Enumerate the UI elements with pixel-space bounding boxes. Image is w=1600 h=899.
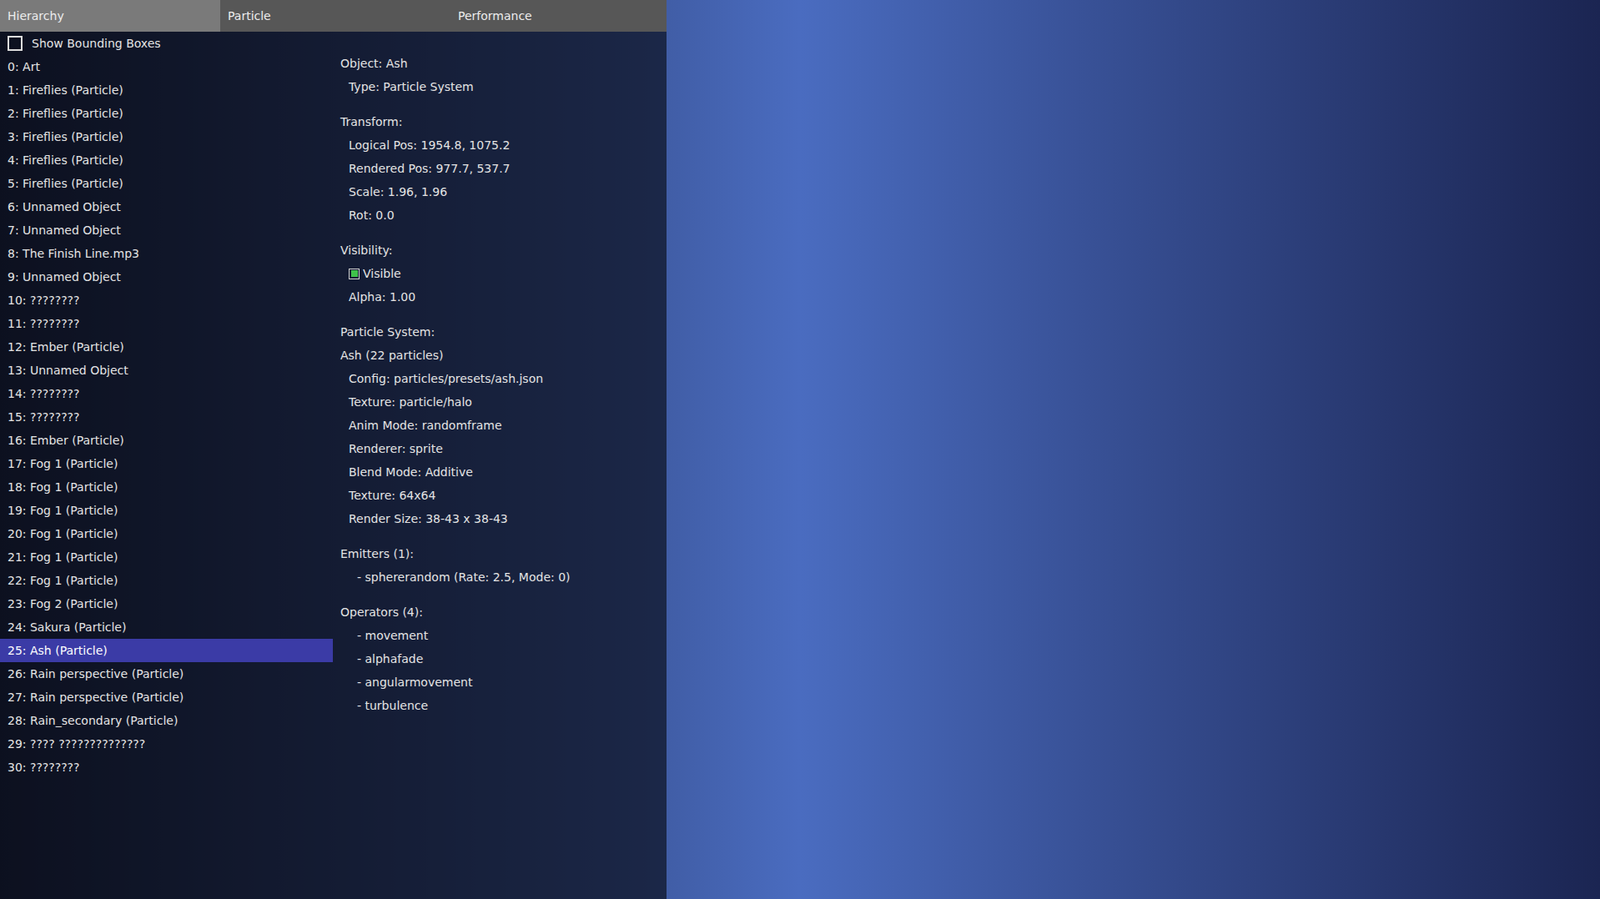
tab-bar: HierarchyParticlePerformance (0, 0, 667, 32)
hierarchy-item[interactable]: 28: Rain_secondary (Particle) (0, 709, 333, 733)
detail-line: Rendered Pos: 977.7, 537.7 (340, 156, 667, 181)
detail-section: Particle System:Ash (22 particles)Config… (340, 320, 667, 531)
visible-checkbox[interactable] (348, 268, 360, 280)
hierarchy-item[interactable]: 24: Sakura (Particle) (0, 615, 333, 639)
detail-line: Texture: 64x64 (340, 483, 667, 508)
hierarchy-item[interactable]: 16: Ember (Particle) (0, 428, 333, 453)
hierarchy-item[interactable]: 14: ???????? (0, 382, 333, 406)
hierarchy-item[interactable]: 2: Fireflies (Particle) (0, 101, 333, 126)
hierarchy-item[interactable]: 1: Fireflies (Particle) (0, 78, 333, 102)
hierarchy-item[interactable]: 21: Fog 1 (Particle) (0, 545, 333, 569)
hierarchy-item[interactable]: 9: Unnamed Object (0, 265, 333, 289)
panel-body: Show Bounding Boxes0: Art1: Fireflies (P… (0, 31, 667, 899)
detail-line: Config: particles/presets/ash.json (340, 367, 667, 391)
detail-section: Visibility: Visible Alpha: 1.00 (340, 238, 667, 309)
detail-list-item: - turbulence (340, 694, 667, 718)
tab[interactable]: Particle (220, 0, 451, 32)
bounding-boxes-checkbox[interactable] (7, 35, 23, 51)
hierarchy-item[interactable]: 26: Rain perspective (Particle) (0, 662, 333, 686)
detail-line: Alpha: 1.00 (340, 285, 667, 309)
hierarchy-item[interactable]: 29: ???? ?????????????? (0, 732, 333, 756)
hierarchy-item[interactable]: 7: Unnamed Object (0, 218, 333, 242)
hierarchy-item[interactable]: 6: Unnamed Object (0, 195, 333, 219)
detail-line: Type: Particle System (340, 75, 667, 99)
hierarchy-item[interactable]: 10: ???????? (0, 288, 333, 312)
detail-list-item: - movement (340, 623, 667, 648)
hierarchy-item[interactable]: 11: ???????? (0, 311, 333, 336)
hierarchy-item[interactable]: 20: Fog 1 (Particle) (0, 522, 333, 546)
detail-heading: Object: Ash (340, 51, 667, 76)
detail-line: Render Size: 38-43 x 38-43 (340, 507, 667, 531)
detail-line: Anim Mode: randomframe (340, 413, 667, 438)
detail-list-item: - angularmovement (340, 670, 667, 695)
hierarchy-item[interactable]: 12: Ember (Particle) (0, 335, 333, 359)
tab[interactable]: Hierarchy (0, 0, 221, 32)
hierarchy-item[interactable]: 30: ???????? (0, 755, 333, 780)
visible-label: Visible (362, 265, 402, 283)
tab[interactable]: Performance (450, 0, 667, 32)
visible-checkbox-row[interactable]: Visible (340, 261, 667, 286)
detail-heading: Operators (4): (340, 600, 667, 624)
detail-line: Rot: 0.0 (340, 203, 667, 227)
hierarchy-item[interactable]: 3: Fireflies (Particle) (0, 125, 333, 149)
hierarchy-list: Show Bounding Boxes0: Art1: Fireflies (P… (0, 31, 333, 899)
detail-line: Logical Pos: 1954.8, 1075.2 (340, 133, 667, 157)
hierarchy-item[interactable]: 27: Rain perspective (Particle) (0, 685, 333, 710)
detail-list-item: - sphererandom (Rate: 2.5, Mode: 0) (340, 565, 667, 589)
detail-section: Emitters (1):- sphererandom (Rate: 2.5, … (340, 542, 667, 589)
detail-line: Ash (22 particles) (340, 343, 667, 368)
detail-heading: Visibility: (340, 238, 667, 262)
hierarchy-item[interactable]: 19: Fog 1 (Particle) (0, 498, 333, 523)
detail-heading: Particle System: (340, 320, 667, 344)
hierarchy-item[interactable]: 13: Unnamed Object (0, 358, 333, 383)
hierarchy-item[interactable]: 23: Fog 2 (Particle) (0, 592, 333, 616)
detail-line: Blend Mode: Additive (340, 460, 667, 484)
detail-section: Operators (4):- movement- alphafade- ang… (340, 600, 667, 718)
debug-panel: HierarchyParticlePerformanceShow Boundin… (0, 0, 667, 899)
detail-list-item: - alphafade (340, 647, 667, 671)
details-panel: Object: AshType: Particle System Transfor… (332, 31, 667, 899)
hierarchy-item[interactable]: 22: Fog 1 (Particle) (0, 568, 333, 593)
detail-line: Scale: 1.96, 1.96 (340, 180, 667, 204)
hierarchy-item[interactable]: 8: The Finish Line.mp3 (0, 241, 333, 266)
hierarchy-item[interactable]: 5: Fireflies (Particle) (0, 171, 333, 196)
detail-section: Transform:Logical Pos: 1954.8, 1075.2Ren… (340, 110, 667, 227)
hierarchy-item[interactable]: 18: Fog 1 (Particle) (0, 475, 333, 499)
hierarchy-item[interactable]: 17: Fog 1 (Particle) (0, 452, 333, 476)
detail-heading: Transform: (340, 110, 667, 134)
screen: HierarchyParticlePerformanceShow Boundin… (0, 0, 1600, 899)
hierarchy-item[interactable]: 25: Ash (Particle) (0, 638, 333, 663)
hierarchy-item[interactable]: 4: Fireflies (Particle) (0, 148, 333, 172)
hierarchy-item[interactable]: 0: Art (0, 55, 333, 79)
bounding-boxes-toggle[interactable]: Show Bounding Boxes (0, 31, 333, 56)
hierarchy-item[interactable]: 15: ???????? (0, 405, 333, 429)
detail-section: Object: AshType: Particle System (340, 51, 667, 99)
detail-line: Renderer: sprite (340, 437, 667, 461)
detail-line: Texture: particle/halo (340, 390, 667, 414)
detail-heading: Emitters (1): (340, 542, 667, 566)
